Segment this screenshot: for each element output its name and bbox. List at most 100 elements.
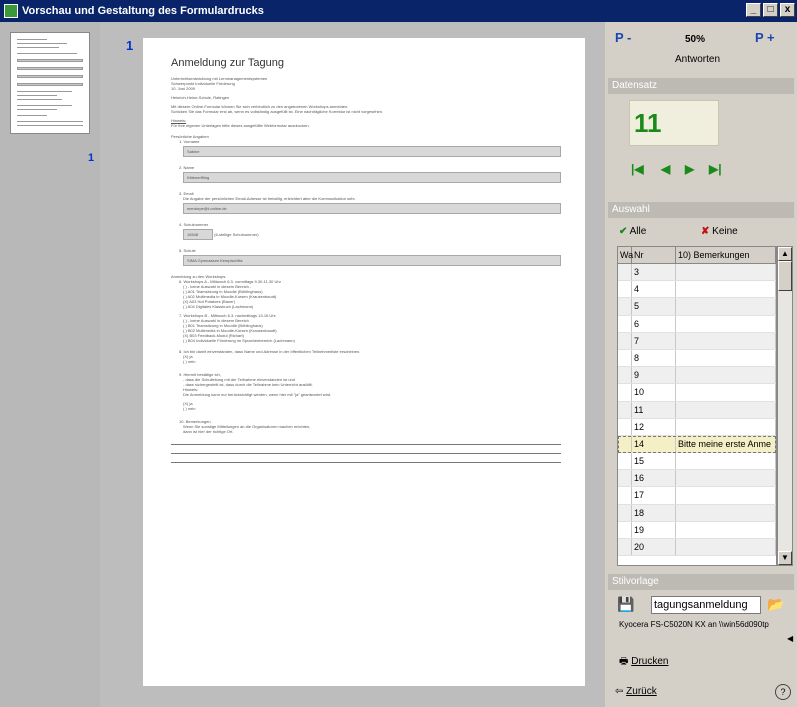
dataset-header: Datensatz (608, 78, 794, 94)
row-remark-cell (676, 504, 776, 521)
row-select-cell[interactable] (618, 487, 632, 504)
row-select-cell[interactable] (618, 470, 632, 487)
row-select-cell[interactable] (618, 539, 632, 556)
select-all-button[interactable]: ✔ Alle (619, 226, 646, 237)
table-row[interactable]: 3 (618, 264, 776, 282)
row-select-cell[interactable] (618, 453, 632, 470)
cross-icon: ✘ (701, 226, 710, 237)
row-nr-cell: 20 (632, 539, 676, 556)
printer-arrow-icon[interactable]: ◀ (787, 634, 793, 643)
table-row[interactable]: 12 (618, 418, 776, 436)
scroll-up-button[interactable]: ▲ (778, 247, 792, 261)
row-nr-cell: 11 (632, 401, 676, 418)
form-subtitle: Unterrichtsentwicklung mit Lernmanagemen… (171, 76, 268, 91)
row-select-cell[interactable] (618, 264, 632, 281)
window-title: Vorschau und Gestaltung des Formulardruc… (22, 5, 264, 17)
help-button[interactable]: ? (775, 684, 791, 700)
page-number: 1 (126, 38, 134, 53)
open-folder-icon[interactable]: 📂 (767, 596, 784, 613)
page-thumbnail[interactable] (10, 32, 90, 134)
scroll-thumb[interactable] (778, 261, 792, 291)
row-remark-cell (676, 332, 776, 349)
table-row[interactable]: 5 (618, 298, 776, 316)
table-row[interactable]: 7 (618, 332, 776, 350)
row-select-cell[interactable] (618, 349, 632, 367)
zoom-in-button[interactable]: P + (755, 30, 775, 45)
row-remark-cell (676, 521, 776, 538)
row-nr-cell: 5 (632, 298, 676, 315)
row-nr-cell: 9 (632, 367, 676, 384)
row-nr-cell: 4 (632, 281, 676, 298)
grid-header: Wa Nr 10) Bemerkungen (618, 247, 776, 264)
table-row[interactable]: 6 (618, 315, 776, 333)
row-select-cell[interactable] (618, 401, 632, 418)
next-record-button[interactable]: ▶ (685, 162, 694, 176)
row-nr-cell: 10 (632, 384, 676, 401)
row-select-cell[interactable] (618, 281, 632, 298)
printer-icon: 🖶 (619, 656, 629, 667)
row-remark-cell (676, 418, 776, 435)
field-schule: 5. Schule (179, 248, 196, 253)
workshop-a-options: ( ) - keine Auswahl in diesem Bereich - … (183, 284, 277, 309)
row-nr-cell: 6 (632, 315, 676, 332)
last-record-button[interactable]: ▶| (709, 162, 722, 176)
row-select-cell[interactable] (618, 367, 632, 384)
consent-options: (X) ja ( ) nein (183, 354, 196, 364)
scroll-down-button[interactable]: ▼ (778, 551, 792, 565)
template-row: 💾 tagungsanmeldung 📂 (613, 596, 793, 616)
table-row[interactable]: 18 (618, 504, 776, 522)
table-row[interactable]: 10 (618, 384, 776, 402)
answers-label: Antworten (675, 54, 721, 65)
row-select-cell[interactable] (618, 384, 632, 401)
row-nr-cell: 14 (632, 435, 676, 453)
save-icon[interactable]: 💾 (617, 596, 634, 613)
minimize-button[interactable]: _ (746, 3, 761, 17)
table-row[interactable]: 16 (618, 470, 776, 488)
row-remark-cell (676, 367, 776, 384)
row-select-cell[interactable] (618, 504, 632, 521)
template-input[interactable]: tagungsanmeldung (651, 596, 761, 614)
row-select-cell[interactable] (618, 418, 632, 435)
table-row[interactable]: 9 (618, 367, 776, 385)
field-email-value: mentorpe@t-online.de (183, 203, 561, 214)
table-row[interactable]: 19 (618, 521, 776, 539)
row-remark-cell (676, 539, 776, 556)
back-button[interactable]: ⇦ Zurück (615, 686, 657, 697)
print-button[interactable]: 🖶 Drucken (619, 654, 668, 671)
field-name: 2. Name (179, 165, 195, 170)
document-preview-pane: 1 Anmeldung zur Tagung Unterrichtsentwic… (100, 22, 605, 707)
check-icon: ✔ (619, 226, 628, 237)
table-row[interactable]: 14 Bitte meine erste Anme (618, 435, 776, 454)
document-page: Anmeldung zur Tagung Unterrichtsentwickl… (143, 38, 585, 686)
table-row[interactable]: 11 (618, 401, 776, 419)
table-row[interactable]: 17 (618, 487, 776, 505)
row-select-cell[interactable] (618, 521, 632, 538)
row-remark-cell (676, 349, 776, 367)
close-button[interactable]: x (780, 3, 795, 17)
record-number: 11 (629, 100, 719, 146)
app-icon (4, 4, 18, 18)
table-row[interactable]: 20 (618, 539, 776, 557)
table-row[interactable]: 8 (618, 349, 776, 368)
zoom-out-button[interactable]: P - (615, 30, 631, 45)
row-select-cell[interactable] (618, 435, 632, 453)
row-select-cell[interactable] (618, 298, 632, 315)
maximize-button[interactable]: □ (763, 3, 778, 17)
row-remark-cell (676, 264, 776, 281)
form-title: Anmeldung zur Tagung (171, 57, 284, 69)
thumbnail-page-number: 1 (88, 152, 95, 164)
first-record-button[interactable]: |◀ (631, 162, 644, 176)
field-schulnummer-row: 16548 (6-stellige Schulnummer) (183, 229, 561, 240)
prev-record-button[interactable]: ◀ (661, 162, 670, 176)
row-select-cell[interactable] (618, 315, 632, 332)
selection-header: Auswahl (608, 202, 794, 218)
grid-scrollbar[interactable]: ▲ ▼ (777, 246, 793, 566)
records-grid[interactable]: Wa Nr 10) Bemerkungen 3 4 5 6 7 8 9 10 11 12 14 Bit… (617, 246, 777, 566)
table-row[interactable]: 15 (618, 453, 776, 471)
thumbnail-pane: 1 (0, 22, 100, 707)
row-remark-cell (676, 470, 776, 487)
table-row[interactable]: 4 (618, 281, 776, 299)
row-nr-cell: 17 (632, 487, 676, 504)
row-select-cell[interactable] (618, 332, 632, 349)
select-none-button[interactable]: ✘ Keine (701, 226, 738, 237)
